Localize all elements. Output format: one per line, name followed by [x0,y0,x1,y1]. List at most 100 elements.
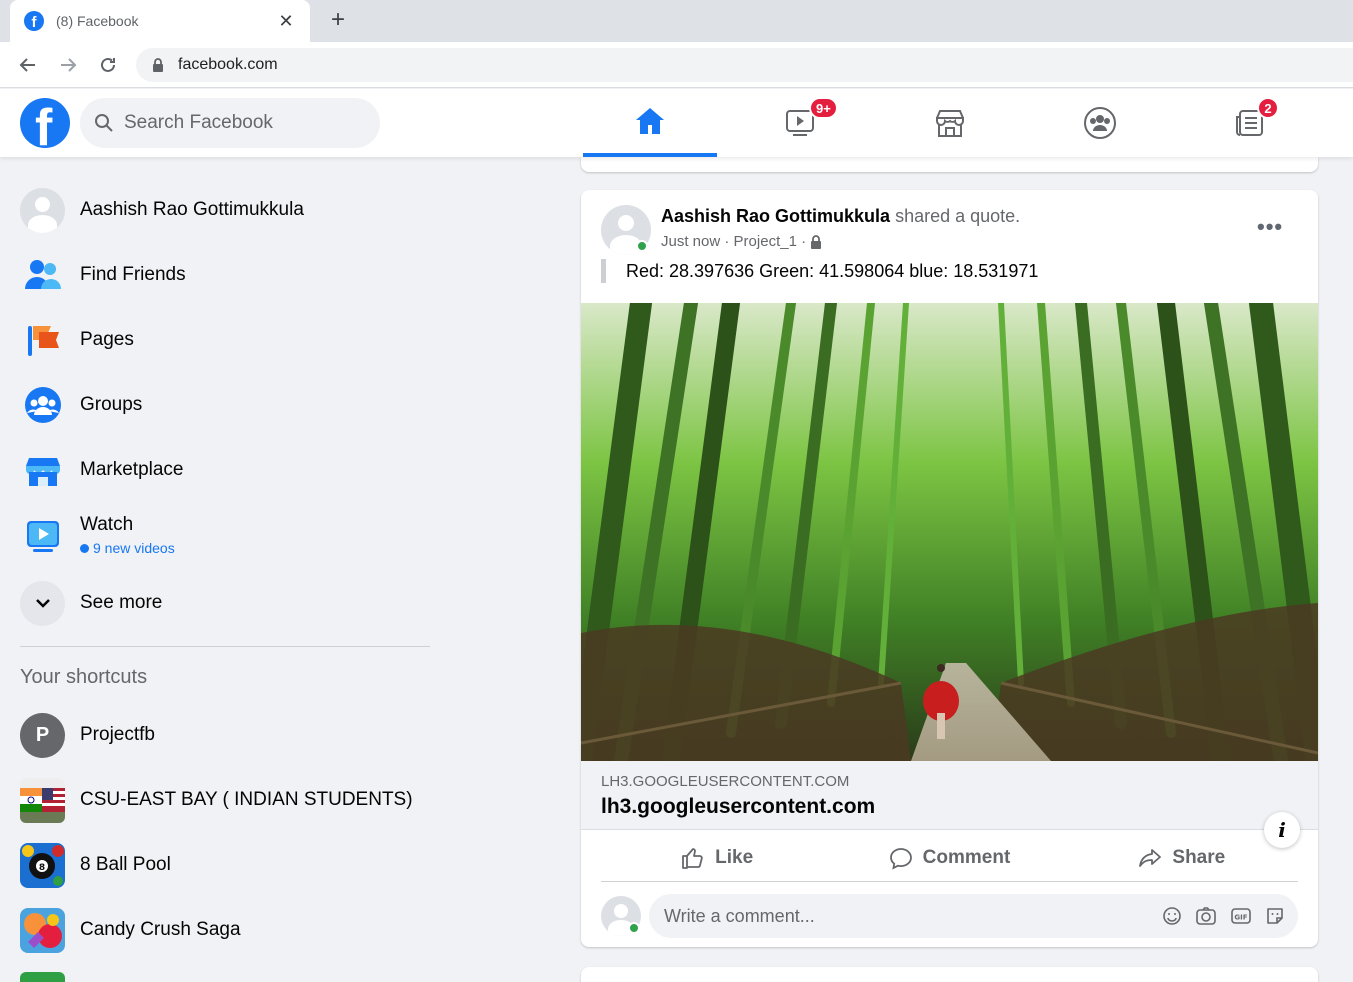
sidebar-item-label: Groups [80,394,143,415]
marketplace-icon [936,110,964,137]
search-placeholder: Search Facebook [124,112,273,133]
friends-icon [20,253,65,298]
see-more-button[interactable]: See more [20,573,430,633]
svg-text:8: 8 [39,863,45,873]
shortcut-label: Candy Crush Saga [80,919,241,940]
tab-title: (8) Facebook [56,13,139,29]
sidebar-item-label: Watch [80,514,134,535]
home-icon [636,108,664,134]
tab-groups[interactable] [1033,89,1167,157]
share-button[interactable]: Share [1066,834,1298,881]
back-icon[interactable] [14,51,42,79]
tab-home[interactable] [583,89,717,157]
marketplace-icon [20,448,65,493]
emoji-icon[interactable] [1161,905,1183,927]
online-status-dot [636,240,648,252]
post-author-name[interactable]: Aashish Rao Gottimukkula [661,206,890,226]
post-card: Aashish Rao Gottimukkula shared a quote.… [581,190,1318,947]
facebook-favicon-icon: f [24,11,44,31]
watch-icon [20,513,65,558]
like-label: Like [715,846,754,868]
link-domain: LH3.GOOGLEUSERCONTENT.COM [601,773,850,790]
tab-marketplace[interactable] [883,89,1017,157]
comment-icon [889,847,912,870]
camera-icon[interactable] [1195,905,1217,927]
chevron-down-icon [20,580,65,626]
post-meta: Just now · Project_1 · [661,233,822,250]
share-label: Share [1172,846,1226,868]
browser-toolbar: facebook.com [0,42,1353,88]
comment-label: Comment [922,846,1011,868]
post-project[interactable]: Project_1 [734,233,797,250]
search-icon [95,114,113,132]
projectfb-avatar: P [20,712,65,758]
svg-text:GIF: GIF [1234,914,1247,922]
close-tab-icon[interactable]: ✕ [276,11,296,32]
sidebar-item-groups[interactable]: Groups [20,375,430,435]
sidebar-item-label: Pages [80,329,134,350]
comment-placeholder: Write a comment... [664,905,815,926]
browser-tab[interactable]: f (8) Facebook ✕ [10,0,310,42]
gaming-badge: 2 [1257,97,1279,119]
candy-crush-icon [20,907,65,953]
reload-icon[interactable] [94,51,122,79]
new-tab-button[interactable]: + [326,6,350,34]
search-input[interactable]: Search Facebook [80,98,380,148]
sidebar-item-label: Find Friends [80,264,186,285]
watch-badge: 9+ [809,97,838,119]
sidebar-item-watch[interactable]: Watch 9 new videos [20,505,430,565]
sidebar-item-pages[interactable]: Pages [20,310,430,370]
address-bar[interactable]: facebook.com [136,48,1353,82]
sidebar-item-label: Marketplace [80,459,184,480]
shortcut-projectfb[interactable]: P Projectfb [20,705,430,765]
shortcut-label: 8 Ball Pool [80,854,171,875]
shortcut-label: CSU-EAST BAY ( INDIAN STUDENTS) [80,789,413,810]
see-more-label: See more [80,592,163,613]
unread-dot [80,543,89,553]
forward-icon[interactable] [54,51,82,79]
sidebar-item-profile[interactable]: Aashish Rao Gottimukkula [20,180,430,240]
avatar [20,187,65,233]
post-image-bamboo-forest[interactable] [581,303,1318,761]
comment-input[interactable]: Write a comment... GIF [649,894,1298,938]
new-videos-text: 9 new videos [93,540,175,556]
sticker-icon[interactable] [1264,905,1286,927]
lock-icon [153,58,163,72]
watch-new-videos: 9 new videos [80,540,175,556]
shortcut-label: Projectfb [80,724,155,745]
like-button[interactable]: Like [601,834,833,881]
groups-icon [1084,107,1116,139]
comment-row: Write a comment... GIF [601,894,1298,940]
tab-gaming[interactable]: 2 [1183,89,1317,157]
more-options-icon[interactable]: ••• [1257,214,1283,240]
post-time[interactable]: Just now [661,233,720,250]
post-actions: Like Comment Share [601,834,1298,882]
thumbs-up-icon [682,847,703,869]
online-status-dot [628,922,640,934]
pages-flag-icon [20,318,65,363]
tab-watch[interactable]: 9+ [733,89,867,157]
post-header-text: Aashish Rao Gottimukkula shared a quote. [661,206,1020,227]
quote-bar [601,259,606,283]
groups-icon [20,383,65,428]
shortcuts-heading: Your shortcuts [20,666,148,688]
link-preview[interactable]: LH3.GOOGLEUSERCONTENT.COM lh3.googleuser… [581,761,1318,830]
link-title[interactable]: lh3.googleusercontent.com [601,795,875,819]
shortcut-csu-east-bay[interactable]: CSU-EAST BAY ( INDIAN STUDENTS) [20,770,430,830]
post-action: shared a quote. [895,206,1021,226]
url-text: facebook.com [178,56,278,73]
next-shortcut-icon [20,972,65,982]
shortcut-candy-crush[interactable]: Candy Crush Saga [20,900,430,960]
comment-button[interactable]: Comment [833,834,1065,881]
shortcut-8-ball-pool[interactable]: 8 8 Ball Pool [20,835,430,895]
sidebar-divider [20,646,430,647]
8-ball-pool-icon: 8 [20,842,65,888]
sidebar-item-marketplace[interactable]: Marketplace [20,440,430,500]
previous-card [581,157,1318,172]
lock-icon [811,234,822,249]
profile-name: Aashish Rao Gottimukkula [80,199,304,220]
quote-text: Red: 28.397636 Green: 41.598064 blue: 18… [626,261,1039,281]
facebook-logo-icon[interactable]: f [20,98,70,148]
sidebar-item-find-friends[interactable]: Find Friends [20,245,430,305]
gif-icon[interactable]: GIF [1230,905,1252,927]
